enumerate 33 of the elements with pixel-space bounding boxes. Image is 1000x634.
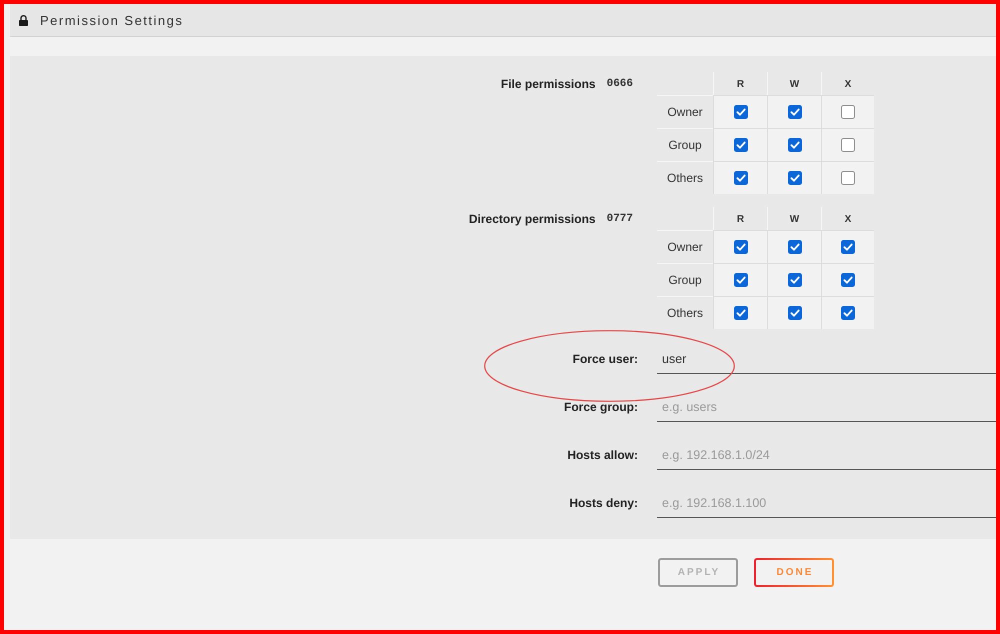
section-label: File permissions <box>500 76 596 90</box>
section-label: Directory permissions <box>468 212 596 226</box>
checkbox[interactable] <box>734 138 748 152</box>
lock-icon <box>19 14 28 26</box>
text-field[interactable]: e.g. 192.168.1.100 <box>657 488 996 518</box>
mode-value: 0666 <box>606 78 633 90</box>
window-title: Permission Settings <box>40 12 184 28</box>
checkbox[interactable] <box>788 105 802 119</box>
checkbox[interactable] <box>841 138 855 152</box>
checkbox[interactable] <box>734 105 748 119</box>
text-field[interactable]: e.g. users <box>657 392 996 422</box>
checkbox[interactable] <box>841 306 855 320</box>
field-label: Force user: <box>572 352 638 366</box>
field-label: Hosts allow: <box>567 448 638 462</box>
checkbox[interactable] <box>841 273 855 287</box>
checkbox[interactable] <box>734 273 748 287</box>
checkbox[interactable] <box>841 171 855 185</box>
done-button[interactable]: DONE <box>754 558 834 587</box>
field-label: Hosts deny: <box>569 496 638 510</box>
checkbox[interactable] <box>841 240 855 254</box>
checkbox[interactable] <box>734 306 748 320</box>
mode-value: 0777 <box>606 212 633 224</box>
checkbox[interactable] <box>734 171 748 185</box>
checkbox[interactable] <box>788 240 802 254</box>
checkbox[interactable] <box>734 240 748 254</box>
checkbox[interactable] <box>841 105 855 119</box>
checkbox[interactable] <box>788 171 802 185</box>
text-field[interactable]: user <box>657 344 996 374</box>
checkbox[interactable] <box>788 306 802 320</box>
text-field[interactable]: e.g. 192.168.1.0/24 <box>657 440 996 470</box>
checkbox[interactable] <box>788 273 802 287</box>
field-label: Force group: <box>564 400 638 414</box>
checkbox[interactable] <box>788 138 802 152</box>
